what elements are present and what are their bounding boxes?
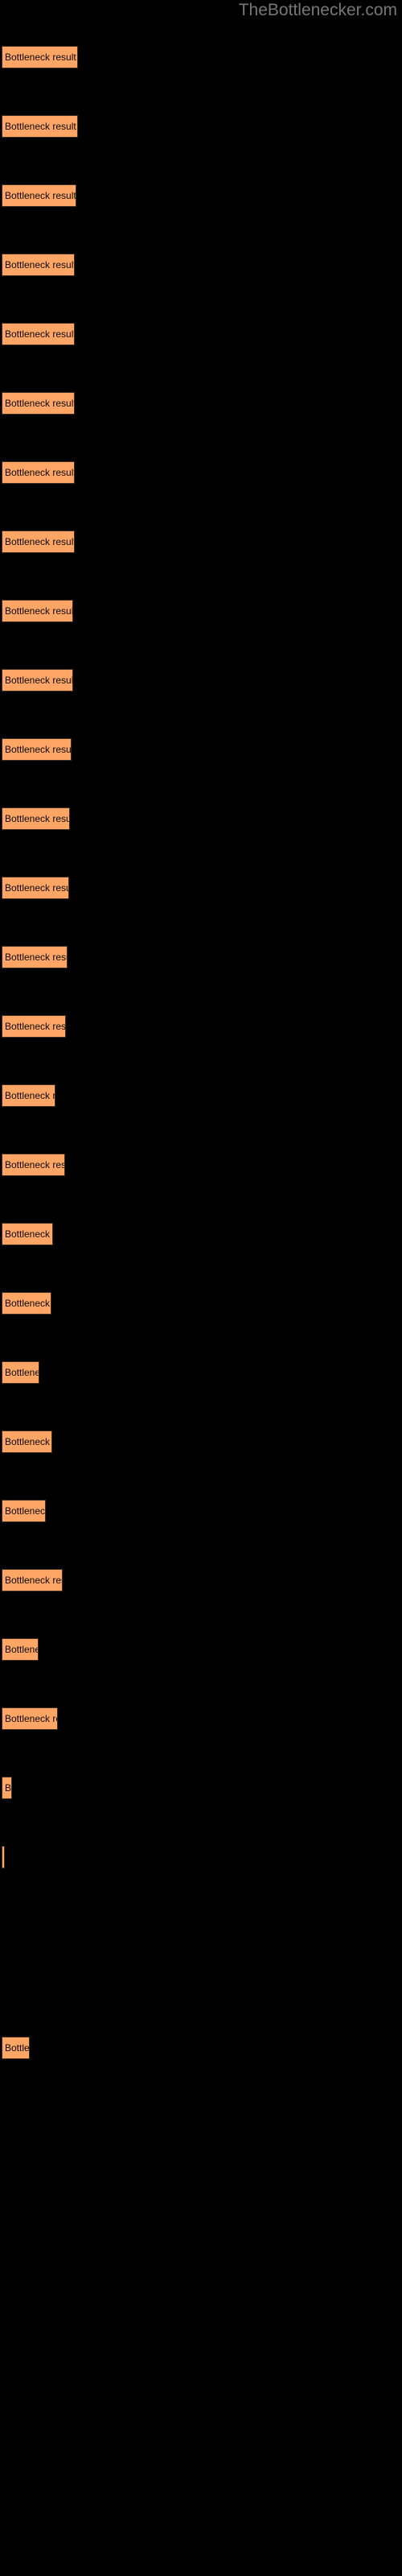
bar-row: Bottleneck result (0, 46, 402, 81)
bar-row: Bottleneck result (0, 254, 402, 289)
chart-bar[interactable]: Bottleneck result (2, 184, 76, 207)
bar-row: Bottleneck result (0, 115, 402, 151)
chart-bar-label: Bottleneck result (5, 259, 75, 270)
chart-bar[interactable]: Bottleneck result (2, 392, 75, 415)
bar-row: Bottleneck result (0, 1292, 402, 1327)
chart-bar-label: Bottleneck result (5, 1228, 52, 1240)
chart-bar-label: Bottleneck result (5, 1782, 12, 1794)
chart-bar[interactable]: Bottleneck result (2, 46, 78, 68)
chart-bar-label: Bottleneck result (5, 1505, 46, 1517)
chart-bar-label: Bottleneck result (5, 1713, 57, 1724)
chart-bar[interactable]: Bottleneck result (2, 1292, 51, 1315)
chart-bar-label: Bottleneck result (5, 398, 75, 409)
bar-row: Bottleneck result (0, 461, 402, 497)
chart-bar-label: Bottleneck result (5, 190, 76, 201)
bar-row: Bottleneck result (0, 530, 402, 566)
bar-row: Bottleneck result (0, 1777, 402, 1812)
bar-row: Bottleneck result (0, 1846, 402, 1881)
bar-row: Bottleneck result (0, 669, 402, 704)
chart-bar[interactable]: Bottleneck result (2, 1638, 39, 1661)
chart-bar[interactable]: Bottleneck result (2, 1569, 63, 1591)
chart-bar-label: Bottleneck result (5, 1436, 51, 1447)
chart-bar-label: Bottleneck result (5, 328, 75, 340)
bar-row: Bottleneck result (0, 184, 402, 220)
chart-bar[interactable]: Bottleneck result (2, 1777, 12, 1799)
chart-bar[interactable]: Bottleneck result (2, 1154, 65, 1176)
chart-bar[interactable]: Bottleneck result (2, 1084, 55, 1107)
chart-bar-label: Bottleneck result (5, 1090, 55, 1101)
bar-row: Bottleneck result (0, 1707, 402, 1743)
chart-bar-label: Bottleneck result (5, 882, 69, 894)
chart-bar[interactable]: Bottleneck result (2, 1015, 66, 1038)
chart-bar[interactable]: Bottleneck result (2, 1846, 5, 1868)
bar-row: Bottleneck result (0, 1154, 402, 1189)
chart-bar-label: Bottleneck result (5, 605, 73, 617)
bar-row: Bottleneck result (0, 877, 402, 912)
chart-bar[interactable]: Bottleneck result (2, 1361, 39, 1384)
chart-bar[interactable]: Bottleneck result (2, 1430, 52, 1453)
chart-bar-label: Bottleneck result (5, 121, 76, 132)
chart-bar-label: Bottleneck result (5, 1021, 66, 1032)
chart-bar[interactable]: Bottleneck result (2, 807, 70, 830)
chart-bar[interactable]: Bottleneck result (2, 323, 75, 345)
bar-row: Bottleneck result (0, 1361, 402, 1397)
bar-row: Bottleneck result (0, 1015, 402, 1051)
chart-bar[interactable]: Bottleneck result (2, 738, 72, 761)
chart-bar[interactable]: Bottleneck result (2, 461, 75, 484)
chart-bar[interactable]: Bottleneck result (2, 1500, 46, 1522)
chart-bar[interactable]: Bottleneck result (2, 877, 69, 899)
bar-row: Bottleneck result (0, 1430, 402, 1466)
chart-bar[interactable]: Bottleneck result (2, 254, 75, 276)
bar-row: Bottleneck result (0, 1084, 402, 1120)
chart-bar-label: Bottleneck result (5, 952, 67, 963)
chart-bar-label: Bottleneck result (5, 1367, 39, 1378)
bar-row: Bottleneck result (0, 738, 402, 774)
bar-row: Bottleneck result (0, 600, 402, 635)
chart-bar-label: Bottleneck result (5, 52, 76, 63)
chart-bar-label: Bottleneck result (5, 1644, 38, 1655)
bar-row: Bottleneck result (0, 1915, 402, 1951)
bar-row: Bottleneck result (0, 1569, 402, 1604)
bar-row: Bottleneck result (0, 1223, 402, 1258)
chart-bar-label: Bottleneck result (5, 675, 73, 686)
chart-bar-label: Bottleneck result (5, 1575, 62, 1586)
chart-bar-label: Bottleneck result (5, 2042, 30, 2054)
bar-row: Bottleneck result (0, 323, 402, 358)
chart-bar[interactable]: Bottleneck result (2, 1223, 53, 1245)
bar-row: Bottleneck result (0, 1638, 402, 1674)
chart-bar[interactable]: Bottleneck result (2, 600, 73, 622)
chart-bar[interactable]: Bottleneck result (2, 669, 73, 691)
bottleneck-chart-page: TheBottlenecker.com Bottleneck result Bot… (0, 0, 402, 2576)
chart-bar[interactable]: Bottleneck result (2, 115, 78, 138)
chart-bar[interactable]: Bottleneck result (2, 946, 68, 968)
chart-bar[interactable]: Bottleneck result (2, 1707, 58, 1730)
chart-bar[interactable]: Bottleneck result (2, 2037, 30, 2059)
chart-bar-label: Bottleneck result (5, 1298, 51, 1309)
bar-row: Bottleneck result (0, 807, 402, 843)
chart-bar[interactable]: Bottleneck result (2, 530, 75, 553)
chart-bar-label: Bottleneck result (5, 813, 70, 824)
bar-row: Bottleneck result (0, 392, 402, 427)
chart-bar-label: Bottleneck result (5, 744, 72, 755)
bar-row: Bottleneck result (0, 1500, 402, 1535)
chart-bar-label: Bottleneck result (5, 1159, 65, 1170)
bar-chart: Bottleneck result Bottleneck result Bottle… (0, 0, 402, 2576)
chart-bar-label: Bottleneck result (5, 467, 75, 478)
bar-row: Bottleneck result (0, 2037, 402, 2072)
bar-row: Bottleneck result (0, 946, 402, 981)
chart-bar-label: Bottleneck result (5, 536, 75, 547)
